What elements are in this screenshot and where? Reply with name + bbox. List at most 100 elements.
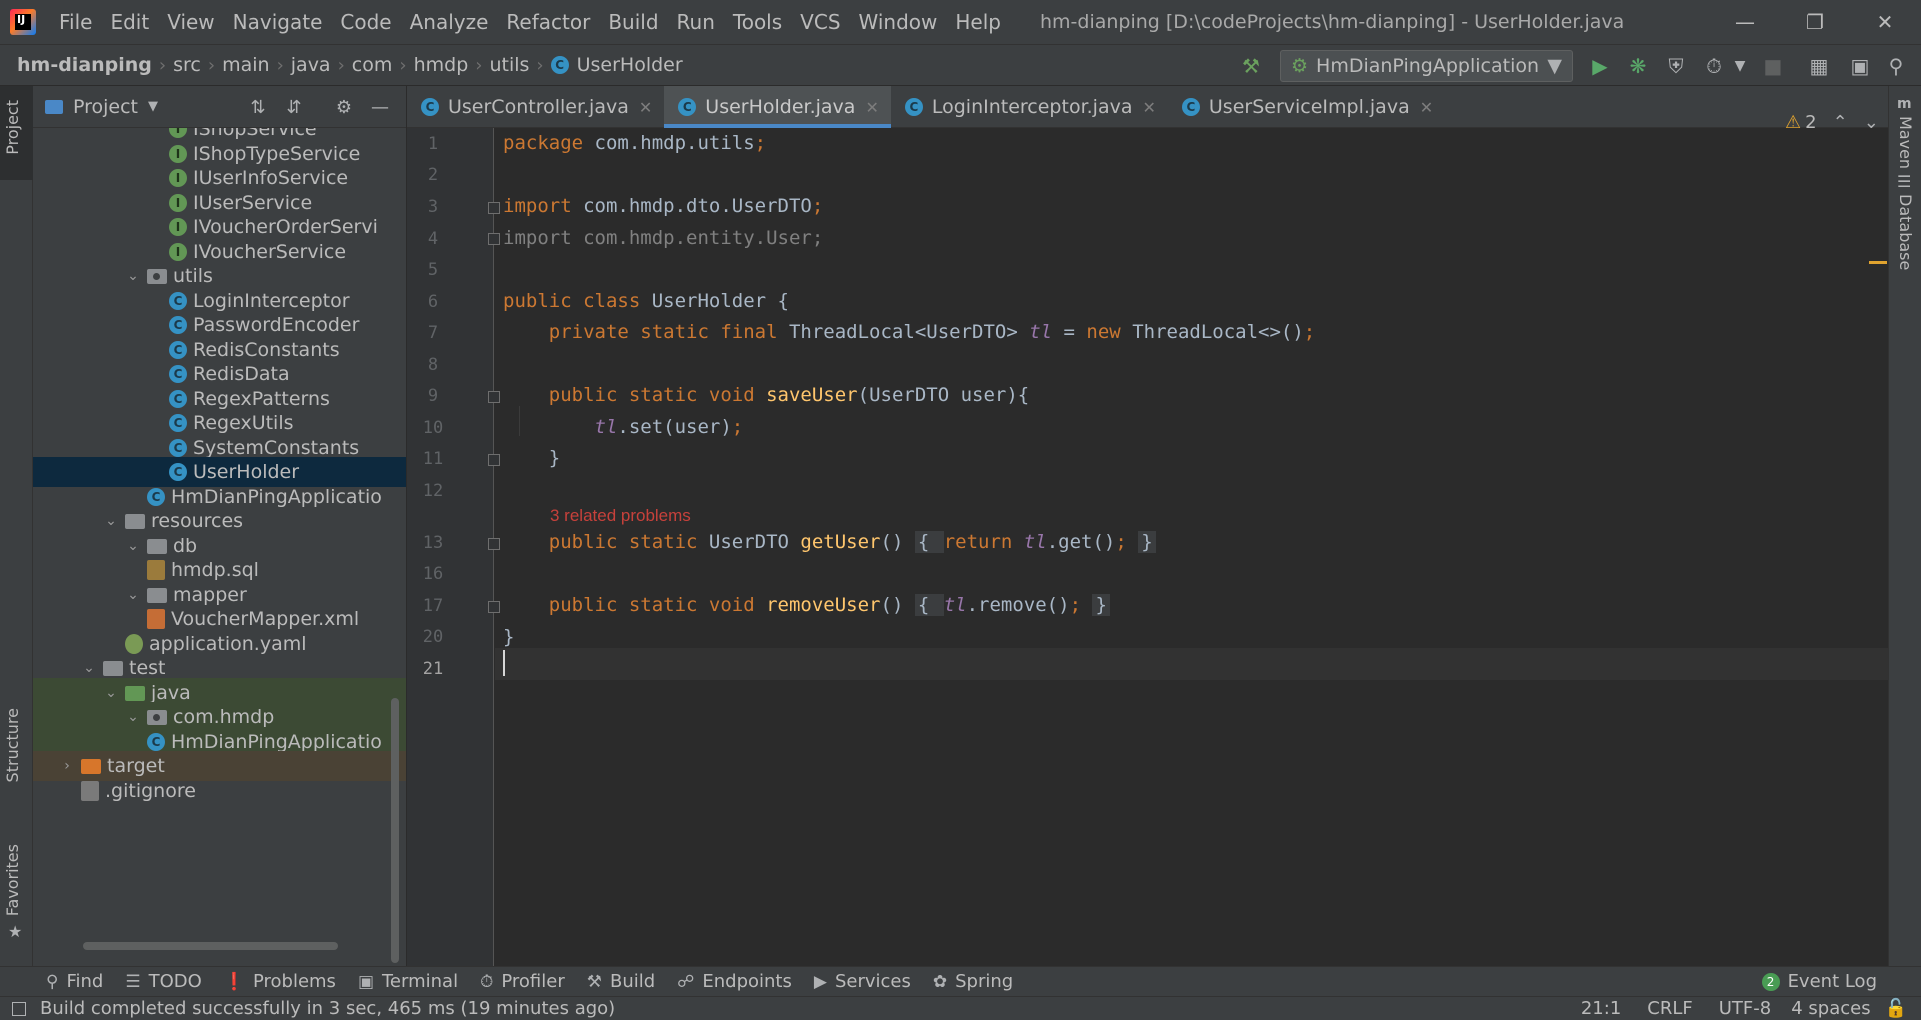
folded-region[interactable]: } [1138,531,1156,553]
related-problems-hint[interactable]: 3 related problems [550,504,691,526]
tree-horizontal-scrollbar[interactable] [83,942,338,950]
favorites-tool-label[interactable]: Favorites [3,844,22,916]
maven-tool-label[interactable]: Maven [1896,116,1915,169]
fold-marker-icon[interactable] [488,391,500,403]
search-icon[interactable]: ⚲ [1881,51,1911,81]
lock-icon[interactable]: 🔓 [1885,998,1907,1019]
chevron-down-icon: ▼ [1547,55,1562,77]
close-icon[interactable]: ✕ [1142,98,1155,117]
tree-item[interactable]: .gitignore [33,776,406,806]
endpoints-button[interactable]: ☍ Endpoints [677,971,792,992]
chevron-down-icon[interactable]: ⌄ [125,538,141,554]
problems-hint-text[interactable]: 3 related problems [550,506,691,525]
services-button[interactable]: ▶ Services [814,971,911,992]
chevron-down-icon[interactable]: ⌄ [125,587,141,603]
restore-icon[interactable]: ❐ [1780,0,1850,44]
run-icon[interactable]: ▶ [1585,51,1615,81]
stop-icon[interactable]: ■ [1758,51,1788,81]
chevron-down-icon[interactable]: ⌄ [1864,112,1879,133]
toggle-tool-windows-icon[interactable] [12,1001,26,1016]
tab-userserviceimpl[interactable]: C UserServiceImpl.java ✕ [1168,86,1445,128]
chevron-down-icon[interactable]: ▼ [1725,51,1755,81]
crumb-userholder[interactable]: UserHolder [577,54,683,76]
folded-region[interactable]: { [914,594,944,616]
find-button[interactable]: ⚲ Find [46,971,103,992]
project-structure-icon[interactable]: ▦ [1804,51,1834,81]
menu-run[interactable]: Run [668,0,724,44]
chevron-down-icon[interactable]: ⌄ [103,513,119,529]
gear-icon[interactable]: ⚙ [331,94,357,120]
tab-userholder[interactable]: C UserHolder.java ✕ [664,86,891,128]
coverage-icon[interactable]: ⛨ [1661,51,1691,81]
hide-icon[interactable]: — [367,94,393,120]
collapse-all-icon[interactable]: ⇵ [281,94,307,120]
problems-button[interactable]: ❗ Problems [224,971,336,992]
menu-edit[interactable]: Edit [101,0,158,44]
code-editor[interactable]: 1 2 3 4 5 6 7 8 9 10 11 12 13 16 17 20 2… [407,112,1888,966]
crumb-com[interactable]: com [352,54,393,76]
presentation-icon[interactable]: ▣ [1845,51,1875,81]
todo-button[interactable]: ☰ TODO [125,971,201,992]
menu-navigate[interactable]: Navigate [224,0,332,44]
crumb-project[interactable]: hm-dianping [17,54,152,76]
event-log-button[interactable]: 2 Event Log [1761,971,1877,992]
chevron-down-icon[interactable]: ⌄ [103,685,119,701]
file-encoding[interactable]: UTF-8 [1719,998,1771,1019]
menu-tools[interactable]: Tools [724,0,791,44]
chevron-down-icon[interactable]: ⌄ [81,660,97,676]
chevron-down-icon[interactable]: ⌄ [125,268,141,284]
run-configuration-select[interactable]: ⚙ HmDianPingApplication ▼ [1280,50,1573,82]
minimize-icon[interactable]: — [1710,0,1780,44]
build-hammer-icon[interactable]: ⚒ [1236,51,1266,81]
build-button[interactable]: ⚒ Build [587,971,655,992]
database-tool-label[interactable]: Database [1896,194,1915,270]
crumb-java[interactable]: java [291,54,331,76]
chevron-down-icon[interactable]: ▼ [148,99,158,114]
menu-help[interactable]: Help [946,0,1010,44]
status-message[interactable]: Build completed successfully in 3 sec, 4… [40,998,615,1019]
line-number: 4 [427,229,439,249]
profiler-button[interactable]: ⏱ Profiler [480,971,565,992]
terminal-button[interactable]: ▣ Terminal [358,971,458,992]
expand-all-icon[interactable]: ⇅ [245,94,271,120]
fold-marker-icon[interactable] [488,454,500,466]
tab-logininterceptor[interactable]: C LoginInterceptor.java ✕ [891,86,1168,128]
project-view-select[interactable]: Project [73,96,138,118]
close-icon[interactable]: ✕ [1420,98,1433,117]
indent-setting[interactable]: 4 spaces [1791,998,1870,1019]
menu-view[interactable]: View [158,0,223,44]
close-icon[interactable]: ✕ [1850,0,1920,44]
fold-marker-icon[interactable] [488,202,500,214]
project-tab-active[interactable]: Project [0,86,33,180]
intellij-logo-icon[interactable]: IJ [10,9,36,35]
folded-region[interactable]: { [914,531,944,553]
chevron-up-icon[interactable]: ⌃ [1833,112,1848,133]
close-icon[interactable]: ✕ [639,98,652,117]
crumb-src[interactable]: src [173,54,201,76]
chevron-right-icon[interactable]: › [59,758,75,774]
structure-tool-label[interactable]: Structure [3,708,22,782]
menu-refactor[interactable]: Refactor [497,0,599,44]
menu-file[interactable]: File [50,0,101,44]
crumb-utils[interactable]: utils [489,54,529,76]
debug-icon[interactable]: ❋ [1623,51,1653,81]
fold-marker-icon[interactable] [488,233,500,245]
tree-vertical-scrollbar[interactable] [391,698,399,963]
fold-marker-icon[interactable] [488,601,500,613]
close-icon[interactable]: ✕ [865,98,878,117]
tab-usercontroller[interactable]: C UserController.java ✕ [407,86,664,128]
spring-button[interactable]: ✿ Spring [933,971,1013,992]
folded-region[interactable]: } [1092,594,1110,616]
crumb-hmdp[interactable]: hmdp [414,54,469,76]
fold-marker-icon[interactable] [488,538,500,550]
menu-analyze[interactable]: Analyze [401,0,498,44]
warning-stripe-mark[interactable] [1869,261,1887,264]
menu-vcs[interactable]: VCS [791,0,849,44]
crumb-main[interactable]: main [222,54,269,76]
line-separator[interactable]: CRLF [1647,998,1692,1019]
menu-code[interactable]: Code [331,0,400,44]
caret-position[interactable]: 21:1 [1581,998,1621,1019]
menu-window[interactable]: Window [850,0,947,44]
chevron-down-icon[interactable]: ⌄ [125,709,141,725]
menu-build[interactable]: Build [599,0,667,44]
